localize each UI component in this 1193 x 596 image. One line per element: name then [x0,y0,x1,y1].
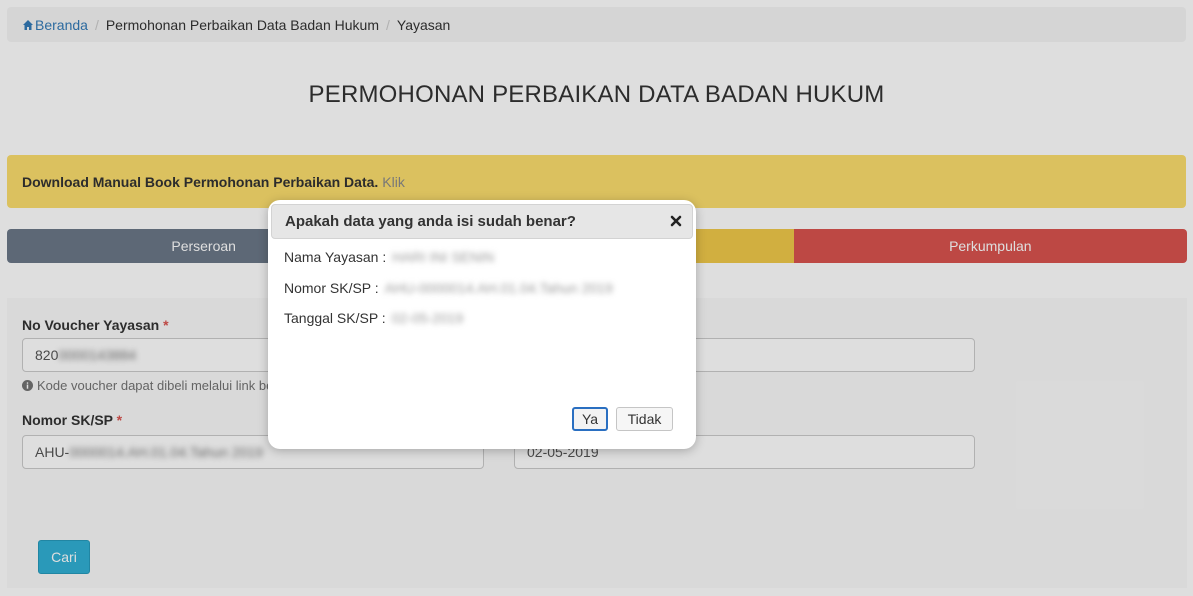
yes-button[interactable]: Ya [572,407,608,431]
dialog-nomor-line: Nomor SK/SP : AHU-0000014.AH.01.04.Tahun… [284,280,613,296]
dialog-nomor-label: Nomor SK/SP : [284,280,379,296]
dialog-header: Apakah data yang anda isi sudah benar? [271,204,693,239]
dialog-tanggal-line: Tanggal SK/SP : 02-05-2019 [284,310,463,326]
dialog-nama-label: Nama Yayasan : [284,249,387,265]
dialog-tanggal-label: Tanggal SK/SP : [284,310,386,326]
dialog-nama-line: Nama Yayasan : HARI INI SENIN [284,249,494,265]
dialog-nama-value: HARI INI SENIN [392,249,495,265]
page: Beranda / Permohonan Perbaikan Data Bada… [0,0,1193,596]
dialog-title: Apakah data yang anda isi sudah benar? [285,213,576,230]
dialog-tanggal-value: 02-05-2019 [391,310,464,326]
dialog-nomor-value: AHU-0000014.AH.01.04.Tahun 2019 [384,280,613,296]
confirm-dialog: Apakah data yang anda isi sudah benar? N… [268,200,696,449]
no-button[interactable]: Tidak [616,407,673,431]
close-icon[interactable] [669,214,683,228]
